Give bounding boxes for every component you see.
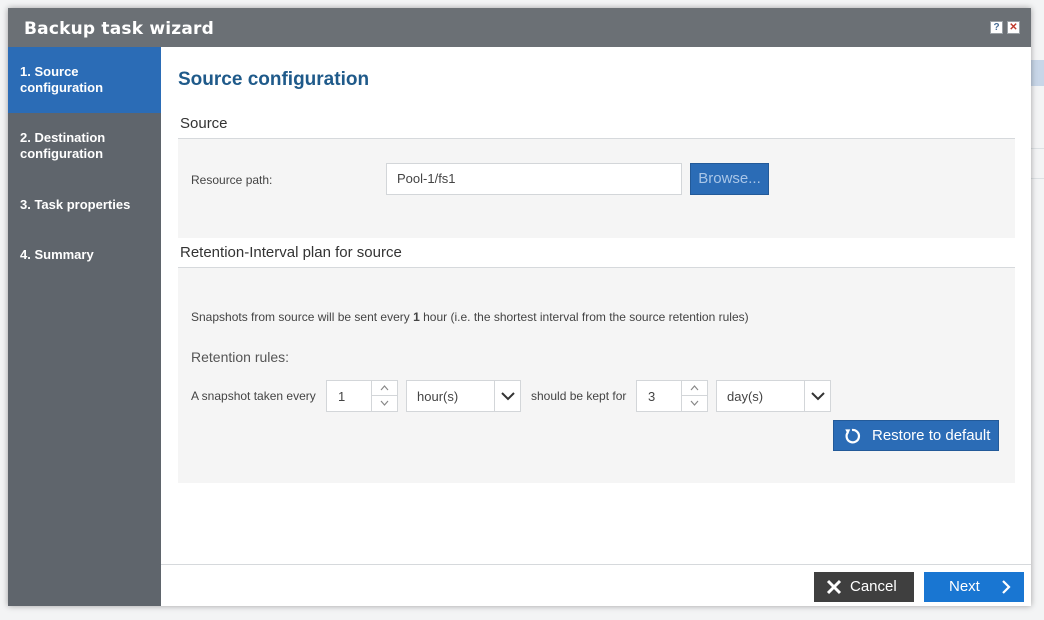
retention-section-heading: Retention-Interval plan for source <box>178 244 1015 268</box>
step-source-configuration[interactable]: 1. Source configuration <box>8 47 161 113</box>
retention-info-text: Snapshots from source will be sent every… <box>191 310 749 324</box>
chevron-right-icon <box>1000 579 1012 599</box>
main-content: Source configuration Source Resource pat… <box>161 47 1031 606</box>
step-label: 2. Destination configuration <box>20 130 106 161</box>
restore-icon <box>842 426 862 450</box>
resource-path-input[interactable]: Pool-1/fs1 <box>386 163 682 195</box>
interval-stepper[interactable]: 1 <box>326 380 398 412</box>
kept-stepper[interactable]: 3 <box>636 380 708 412</box>
source-panel: Resource path: Pool-1/fs1 Browse... <box>178 139 1015 238</box>
help-icon[interactable]: ? <box>990 21 1003 34</box>
step-destination-configuration[interactable]: 2. Destination configuration <box>8 113 161 179</box>
next-button[interactable]: Next <box>924 572 1024 602</box>
decrement-icon[interactable] <box>682 396 707 411</box>
page-title: Source configuration <box>178 69 370 90</box>
increment-icon[interactable] <box>682 381 707 396</box>
step-label: 4. Summary <box>20 247 94 262</box>
retention-panel: Snapshots from source will be sent every… <box>178 268 1015 483</box>
chevron-down-icon <box>494 381 520 411</box>
kept-unit-value: day(s) <box>727 389 764 404</box>
resource-path-label: Resource path: <box>191 173 273 187</box>
cancel-button[interactable]: Cancel <box>814 572 914 602</box>
dialog-footer: Cancel Next <box>161 564 1031 606</box>
info-prefix: Snapshots from source will be sent every <box>191 310 414 324</box>
interval-stepper-arrows <box>371 381 397 411</box>
backup-wizard-dialog: Backup task wizard ? ✕ 1. Source configu… <box>8 8 1031 606</box>
dialog-title: Backup task wizard <box>24 19 214 39</box>
interval-unit-select[interactable]: hour(s) <box>406 380 521 412</box>
info-suffix: hour (i.e. the shortest interval from th… <box>419 310 749 324</box>
next-label: Next <box>949 578 980 595</box>
retention-rules-label: Retention rules: <box>191 349 290 365</box>
interval-value: 1 <box>338 389 346 404</box>
info-value: 1 <box>413 310 420 324</box>
kept-value: 3 <box>648 389 656 404</box>
rule-prefix-label: A snapshot taken every <box>191 389 316 403</box>
dialog-titlebar: Backup task wizard ? ✕ <box>8 8 1031 47</box>
decrement-icon[interactable] <box>372 396 397 411</box>
step-task-properties[interactable]: 3. Task properties <box>8 193 161 219</box>
source-section-heading: Source <box>178 115 1015 139</box>
step-summary[interactable]: 4. Summary <box>8 243 161 269</box>
browse-button[interactable]: Browse... <box>690 163 769 195</box>
close-icon <box>826 579 842 599</box>
step-label: 1. Source configuration <box>20 64 104 95</box>
close-icon[interactable]: ✕ <box>1007 21 1020 34</box>
kept-stepper-arrows <box>681 381 707 411</box>
step-label: 3. Task properties <box>20 197 131 212</box>
kept-for-label: should be kept for <box>531 389 627 403</box>
wizard-steps-sidebar: 1. Source configuration 2. Destination c… <box>8 47 161 606</box>
restore-default-button[interactable]: Restore to default <box>833 420 999 451</box>
kept-unit-select[interactable]: day(s) <box>716 380 831 412</box>
increment-icon[interactable] <box>372 381 397 396</box>
chevron-down-icon <box>804 381 830 411</box>
restore-default-label: Restore to default <box>872 427 991 444</box>
cancel-label: Cancel <box>850 578 897 595</box>
interval-unit-value: hour(s) <box>417 389 459 404</box>
